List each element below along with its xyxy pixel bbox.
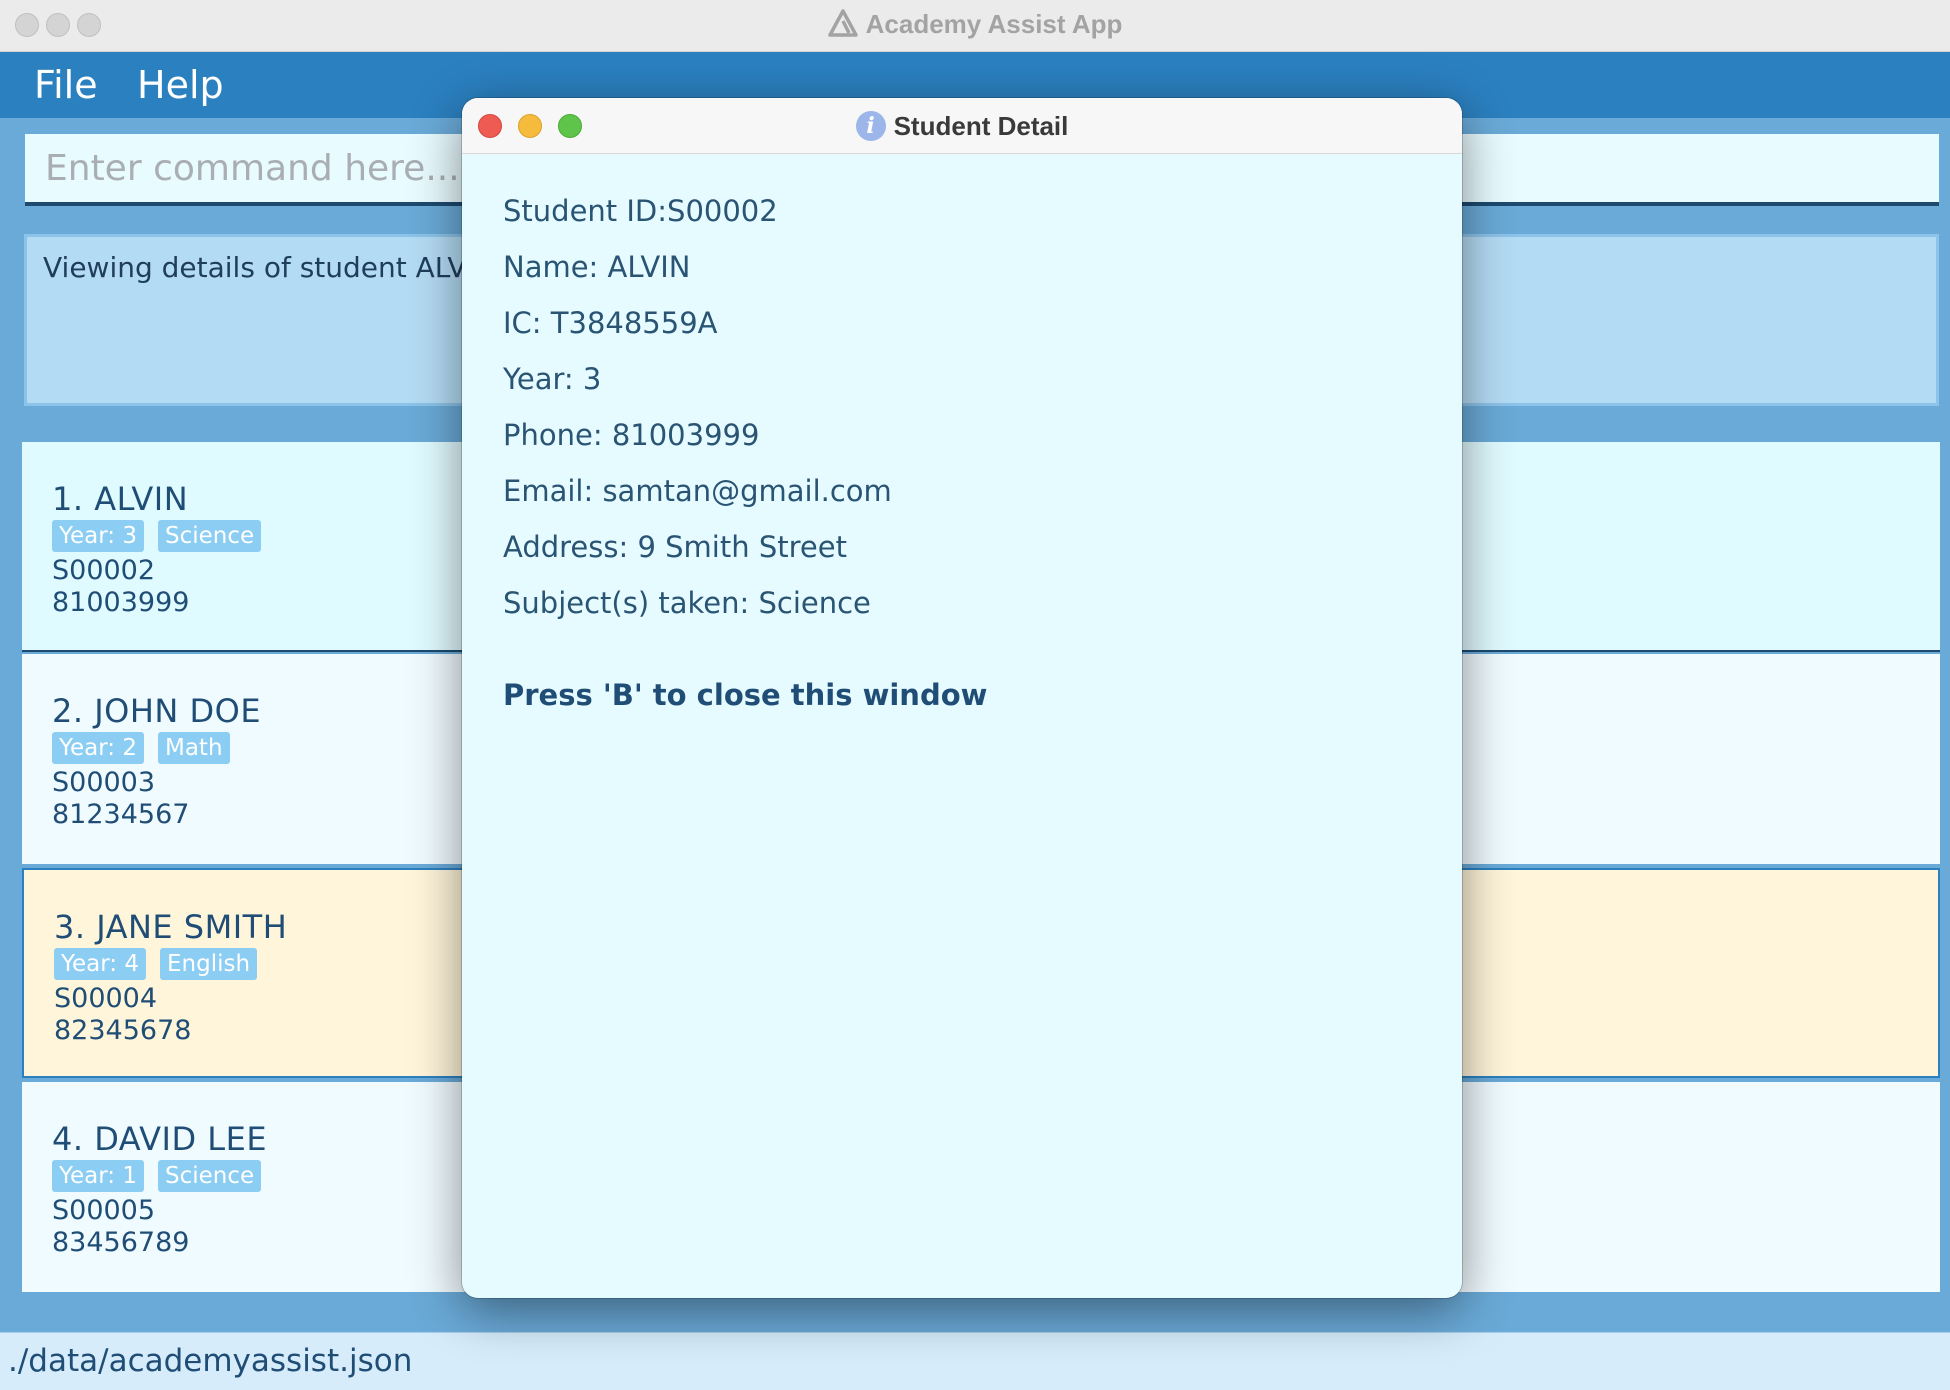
student-detail-dialog: i Student Detail Student ID:S00002 Name: … [462,98,1462,1298]
tag-subject: Math [157,732,230,764]
dialog-title: i Student Detail [462,98,1462,154]
student-phone: 83456789 [52,1227,190,1258]
detail-address: Address: 9 Smith Street [503,530,847,564]
student-tags: Year: 2 Math [52,732,230,764]
student-tags: Year: 3 Science [52,520,262,552]
dialog-titlebar: i Student Detail [462,98,1462,154]
save-file-path: ./data/academyassist.json [8,1343,413,1379]
tag-year: Year: 3 [52,520,144,552]
detail-phone: Phone: 81003999 [503,418,760,452]
window-title: Academy Assist App [0,0,1950,50]
student-id: S00005 [52,1195,156,1226]
detail-name: Name: ALVIN [503,250,691,284]
dialog-title-text: Student Detail [893,111,1069,141]
student-phone: 81234567 [52,799,190,830]
detail-subjects: Subject(s) taken: Science [503,586,871,620]
tag-subject: Science [157,520,262,552]
app-logo-icon [827,9,858,37]
detail-student-id: Student ID:S00002 [503,194,778,228]
close-hint: Press 'B' to close this window [503,678,988,712]
tag-year: Year: 4 [54,948,146,980]
menu-file[interactable]: File [34,60,98,110]
tag-year: Year: 1 [52,1160,144,1192]
student-phone: 81003999 [52,587,190,618]
student-id: S00003 [52,767,156,798]
student-tags: Year: 1 Science [52,1160,262,1192]
student-phone: 82345678 [54,1015,192,1046]
student-name: 3. JANE SMITH [54,908,288,946]
student-id: S00004 [54,983,158,1014]
window-titlebar: Academy Assist App [0,0,1950,52]
info-icon: i [855,110,886,141]
student-id: S00002 [52,555,156,586]
status-bar: ./data/academyassist.json [0,1332,1950,1390]
menu-help[interactable]: Help [137,60,224,110]
detail-year: Year: 3 [503,362,602,396]
window-title-text: Academy Assist App [865,9,1123,39]
result-message: Viewing details of student ALVIN [43,251,496,284]
tag-subject: Science [157,1160,262,1192]
student-tags: Year: 4 English [54,948,258,980]
student-name: 1. ALVIN [52,480,189,518]
tag-year: Year: 2 [52,732,144,764]
detail-ic: IC: T3848559A [503,306,718,340]
student-name: 4. DAVID LEE [52,1120,268,1158]
tag-subject: English [159,948,258,980]
detail-email: Email: samtan@gmail.com [503,474,892,508]
student-name: 2. JOHN DOE [52,692,262,730]
